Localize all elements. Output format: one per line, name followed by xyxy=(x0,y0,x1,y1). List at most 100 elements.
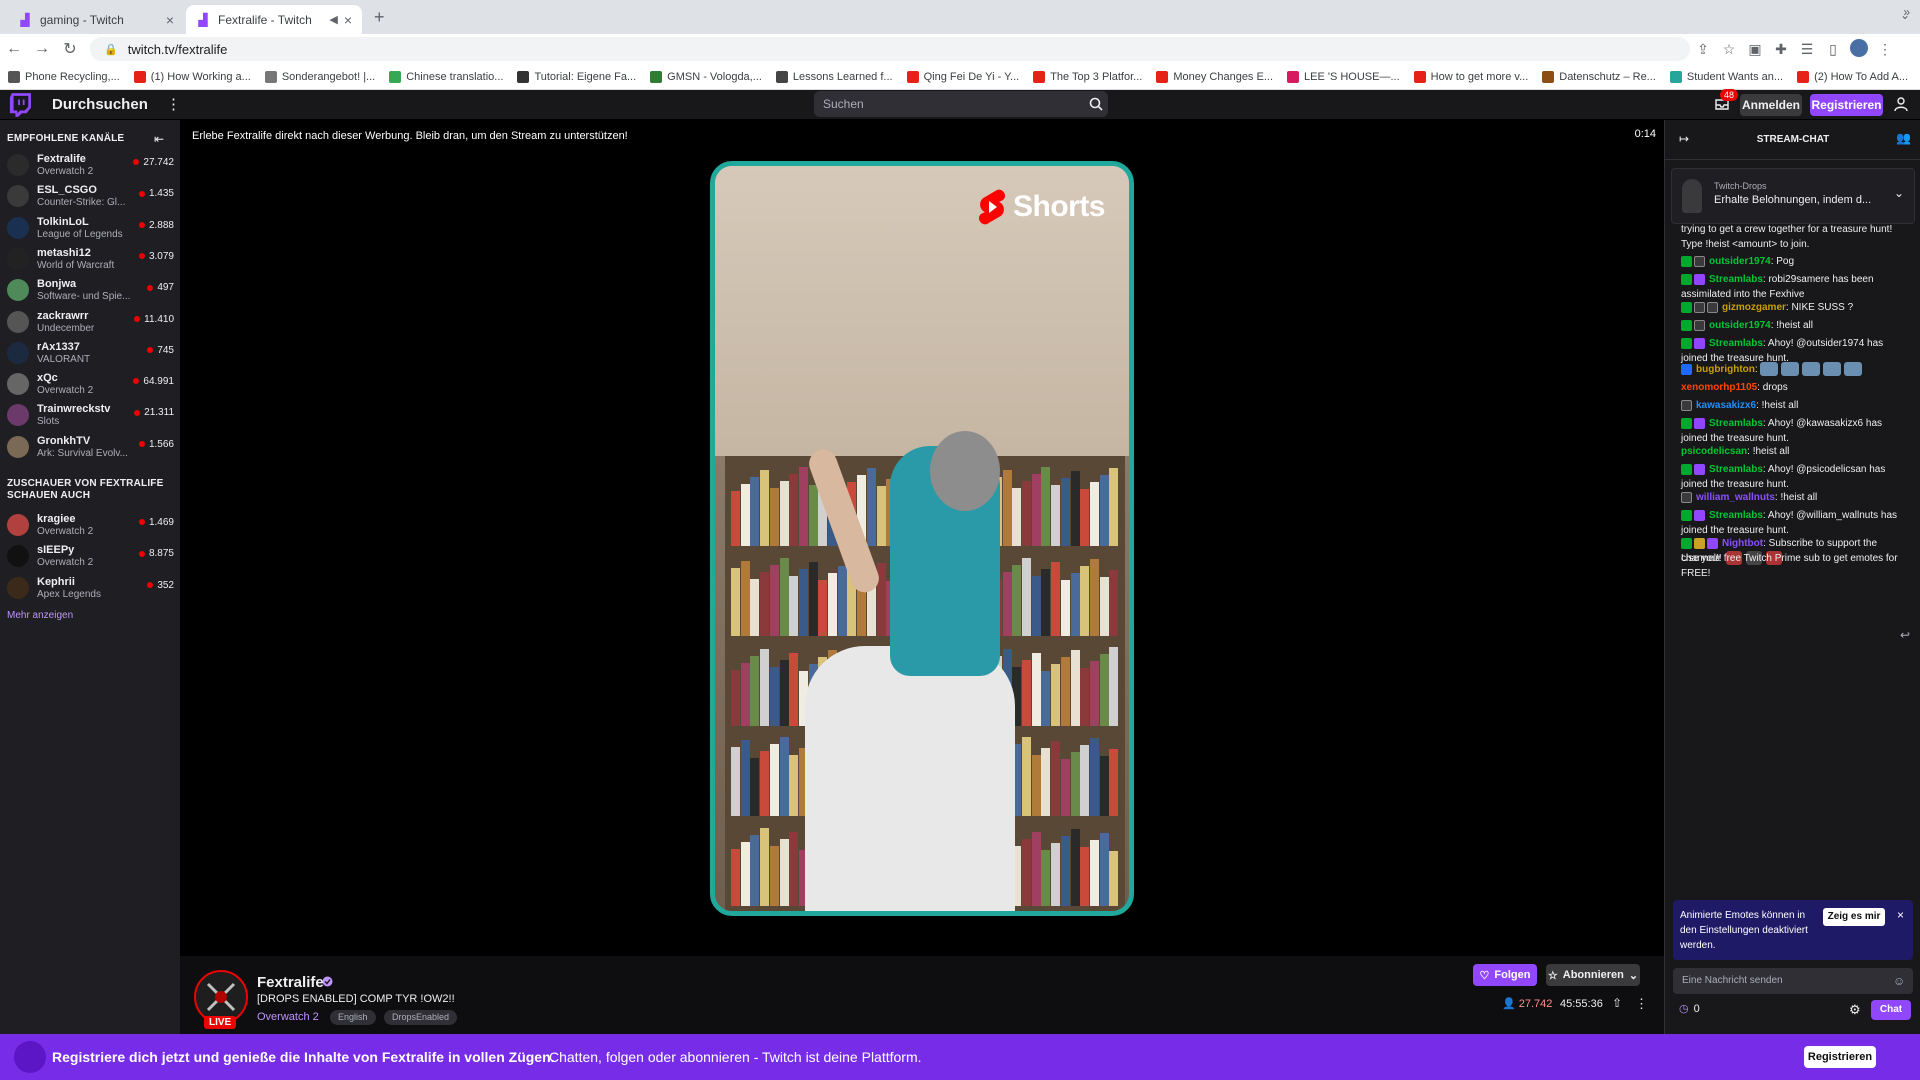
chat-badges xyxy=(1681,319,1707,331)
chat-badges xyxy=(1681,509,1707,521)
show-more-link[interactable]: Mehr anzeigen xyxy=(7,610,73,621)
close-icon[interactable]: × xyxy=(1897,908,1904,922)
chat-username[interactable]: Streamlabs xyxy=(1709,464,1763,475)
speaker-icon[interactable]: ◀ xyxy=(329,13,337,26)
channel-name: sIEEPy xyxy=(37,544,75,557)
sidebar-channel-kragiee[interactable]: kragiee Overwatch 2 1.469 xyxy=(0,510,180,541)
chat-username[interactable]: outsider1974 xyxy=(1709,320,1771,331)
browser-tab-gaming[interactable]: ▟ gaming - Twitch × xyxy=(8,5,184,34)
extension-f-icon[interactable]: ▣ xyxy=(1742,41,1768,58)
channel-name[interactable]: Fextralife xyxy=(257,974,324,991)
reading-list-icon[interactable]: ☰ xyxy=(1794,41,1820,58)
subscribe-button[interactable]: ☆ Abonnieren ⌄ xyxy=(1546,964,1640,986)
bookmark-item[interactable]: Chinese translatio... xyxy=(389,70,503,83)
sidebar-channel-kephrii[interactable]: Kephrii Apex Legends 352 xyxy=(0,573,180,604)
follow-button[interactable]: ♡ Folgen xyxy=(1473,964,1537,986)
login-button[interactable]: Anmelden xyxy=(1740,94,1802,116)
sidebar-channel-gronkhtv[interactable]: GronkhTV Ark: Survival Evolv... 1.566 xyxy=(0,432,180,463)
stream-game-link[interactable]: Overwatch 2 xyxy=(257,1011,319,1023)
browser-tab-fextralife[interactable]: ▟ Fextralife - Twitch ◀ × xyxy=(186,5,362,34)
tag-drops-enabled[interactable]: DropsEnabled xyxy=(384,1010,458,1025)
drops-callout[interactable]: Twitch-Drops Erhalte Belohnungen, indem … xyxy=(1671,168,1915,224)
collapse-arrow-icon[interactable]: ⇤ xyxy=(154,132,164,146)
sidebar-channel-xqc[interactable]: xQc Overwatch 2 64.991 xyxy=(0,369,180,400)
user-icon[interactable] xyxy=(1893,96,1909,112)
share-icon[interactable]: ⇪ xyxy=(1690,41,1716,58)
sidebar-channel-sieepy[interactable]: sIEEPy Overwatch 2 8.875 xyxy=(0,541,180,572)
bookmark-item[interactable]: Money Changes E... xyxy=(1156,70,1273,83)
chat-username[interactable]: gizmozgamer xyxy=(1722,302,1786,313)
chat-username[interactable]: bugbrighton xyxy=(1696,364,1755,375)
users-icon[interactable]: 👥 xyxy=(1896,131,1911,145)
reply-icon[interactable]: ↩ xyxy=(1900,628,1910,642)
show-me-button[interactable]: Zeig es mir xyxy=(1823,908,1885,926)
channel-game: Overwatch 2 xyxy=(37,385,94,397)
bookmark-item[interactable]: Tutorial: Eigene Fa... xyxy=(517,70,636,83)
chevron-down-icon[interactable]: ⌄ xyxy=(1894,186,1904,200)
chat-username[interactable]: Streamlabs xyxy=(1709,418,1763,429)
profile-avatar[interactable] xyxy=(1846,38,1872,60)
bookmark-item[interactable]: GMSN - Vologda,... xyxy=(650,70,762,83)
sidebar-channel-bonjwa[interactable]: Bonjwa Software- und Spie... 497 xyxy=(0,275,180,306)
puzzle-icon[interactable]: ✚ xyxy=(1768,41,1794,58)
new-tab-button[interactable]: + xyxy=(374,7,385,28)
close-tab-icon[interactable]: × xyxy=(166,12,174,28)
bookmark-item[interactable]: Sonderangebot! |... xyxy=(264,70,375,83)
close-tab-icon[interactable]: × xyxy=(344,12,352,28)
chat-username[interactable]: psicodelicsan xyxy=(1681,446,1747,457)
back-icon[interactable]: ← xyxy=(0,40,28,58)
twitch-logo-icon[interactable] xyxy=(9,93,31,117)
bookmark-item[interactable]: (1) How Working a... xyxy=(133,70,251,83)
bookmark-favicon-icon xyxy=(1287,70,1299,83)
bookmark-item[interactable]: Lessons Learned f... xyxy=(775,70,893,83)
more-options-icon[interactable]: ⋮ xyxy=(1635,996,1648,1012)
bookmark-item[interactable]: Phone Recycling,... xyxy=(8,70,120,83)
sidebar-channel-zackrawrr[interactable]: zackrawrr Undecember 11.410 xyxy=(0,307,180,338)
channel-points[interactable]: ◷ 0 xyxy=(1679,1002,1700,1016)
banner-signup-button[interactable]: Registrieren xyxy=(1804,1046,1876,1068)
search-input[interactable]: Suchen xyxy=(814,91,1084,117)
sidepanel-icon[interactable]: ▯ xyxy=(1820,41,1846,58)
emote-picker-icon[interactable]: ☺ xyxy=(1893,974,1905,988)
sidebar-channel-rax1337[interactable]: rAx1337 VALORANT 745 xyxy=(0,338,180,369)
chat-message-input[interactable]: Eine Nachricht senden xyxy=(1673,968,1913,994)
bookmark-item[interactable]: Datenschutz – Re... xyxy=(1542,70,1656,83)
sidebar-channel-metashi12[interactable]: metashi12 World of Warcraft 3.079 xyxy=(0,244,180,275)
tag-english[interactable]: English xyxy=(330,1010,376,1025)
bookmark-item[interactable]: (2) How To Add A... xyxy=(1797,70,1908,83)
sidebar-channel-esl_csgo[interactable]: ESL_CSGO Counter-Strike: Gl... 1.435 xyxy=(0,181,180,212)
chat-username[interactable]: Streamlabs xyxy=(1709,274,1763,285)
bookmark-item[interactable]: LEE 'S HOUSE—... xyxy=(1287,70,1400,83)
signup-button[interactable]: Registrieren xyxy=(1810,94,1883,116)
chat-username[interactable]: Streamlabs xyxy=(1709,510,1763,521)
chat-username[interactable]: outsider1974 xyxy=(1709,256,1771,267)
sidebar-channel-fextralife[interactable]: Fextralife Overwatch 2 27.742 xyxy=(0,150,180,181)
bookmark-item[interactable]: Student Wants an... xyxy=(1669,70,1783,83)
chat-message: kawasakizx6: !heist all xyxy=(1681,398,1909,413)
search-button[interactable] xyxy=(1084,91,1108,117)
browse-link[interactable]: Durchsuchen xyxy=(52,96,148,113)
star-icon[interactable]: ☆ xyxy=(1716,41,1742,58)
chat-header: ↦ STREAM-CHAT 👥 xyxy=(1665,120,1920,160)
bookmark-item[interactable]: How to get more v... xyxy=(1413,70,1528,83)
bookmark-item[interactable]: Qing Fei De Yi - Y... xyxy=(906,70,1019,83)
chat-username[interactable]: kawasakizx6 xyxy=(1696,400,1756,411)
chat-username[interactable]: xenomorhp1105 xyxy=(1681,382,1757,393)
chat-username[interactable]: Streamlabs xyxy=(1709,338,1763,349)
bookmark-item[interactable]: The Top 3 Platfor... xyxy=(1033,70,1142,83)
reload-icon[interactable]: ↻ xyxy=(56,39,84,59)
gear-icon[interactable]: ⚙ xyxy=(1849,1002,1861,1018)
chat-username[interactable]: Nightbot xyxy=(1722,538,1763,549)
sidebar-channel-trainwreckstv[interactable]: Trainwreckstv Slots 21.311 xyxy=(0,400,180,431)
address-bar[interactable]: 🔒 twitch.tv/fextralife xyxy=(90,37,1690,61)
chat-badges xyxy=(1681,537,1720,549)
chat-send-button[interactable]: Chat xyxy=(1871,1000,1911,1020)
video-player[interactable]: Erlebe Fextralife direkt nach dieser Wer… xyxy=(180,120,1664,956)
more-dots-icon[interactable]: ⋮ xyxy=(166,95,181,113)
forward-icon[interactable]: → xyxy=(28,40,56,58)
menu-dots-icon[interactable]: ⋮ xyxy=(1872,41,1898,58)
sidebar-channel-tolkinlol[interactable]: TolkinLoL League of Legends 2.888 xyxy=(0,213,180,244)
share-icon[interactable]: ⇧ xyxy=(1612,996,1622,1010)
chat-username[interactable]: william_wallnuts xyxy=(1696,492,1775,503)
chevron-right-icon[interactable]: » xyxy=(1903,5,1910,19)
